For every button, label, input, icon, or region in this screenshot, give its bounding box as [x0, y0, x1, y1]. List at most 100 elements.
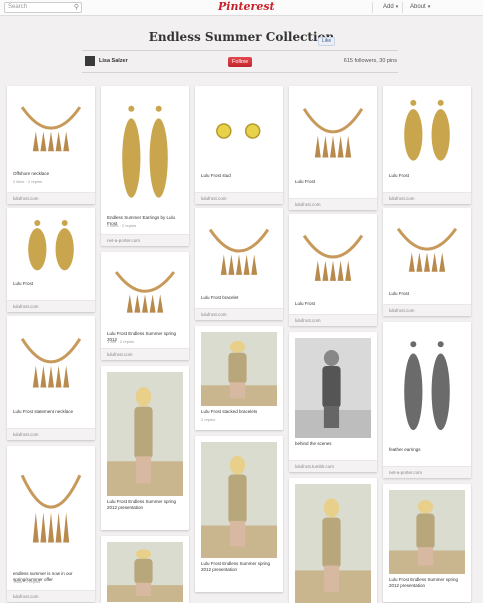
pin-image[interactable] — [295, 92, 371, 176]
pin-image[interactable] — [295, 338, 371, 438]
pin-image[interactable] — [13, 322, 89, 406]
pin-image-frame[interactable] — [201, 214, 277, 297]
pin-image-frame[interactable] — [13, 452, 89, 573]
pin-image[interactable] — [107, 542, 183, 602]
pin-source-link[interactable]: lulufrost.com — [289, 198, 377, 210]
pin-description: Lulu Frost — [389, 291, 410, 296]
pin-source-link[interactable]: lulufrost.com — [7, 428, 95, 440]
pin-card[interactable]: Lulu Frost Endless Summer spring 2012 pr… — [195, 436, 283, 592]
pin-card[interactable]: feather earrings net-a-porter.com — [383, 322, 471, 478]
pin-image-frame[interactable] — [13, 214, 89, 283]
pin-image-frame[interactable] — [107, 542, 183, 603]
pin-image-frame[interactable] — [107, 372, 183, 501]
pin-source-link[interactable]: lulufrost.com — [7, 590, 95, 602]
pin-description: Lulu Frost stacked bracelets — [201, 409, 258, 414]
pin-source-link[interactable]: lulufrost.com — [101, 348, 189, 360]
pin-image-frame[interactable] — [13, 92, 89, 173]
pin-source-link[interactable]: lulufrost.com — [7, 300, 95, 312]
pin-card[interactable]: Endless Summer Earrings by Lulu Frost 2 l… — [101, 86, 189, 246]
pinterest-logo[interactable]: Pinterest — [218, 0, 275, 14]
pin-card[interactable]: Lulu Frost Endless Summer spring 2012 pr… — [383, 484, 471, 602]
chevron-down-icon: ▾ — [427, 4, 431, 10]
search-input[interactable]: Search ⚲ — [4, 2, 82, 13]
pin-card[interactable]: Lulu Frost stacked bracelets 2 repins — [195, 326, 283, 430]
pin-image-frame[interactable] — [295, 92, 371, 181]
pin-source-link[interactable]: lulufrost.com — [289, 314, 377, 326]
pin-source-link[interactable]: net-a-porter.com — [383, 466, 471, 478]
pin-image-frame[interactable] — [201, 442, 277, 563]
pin-image[interactable] — [389, 490, 465, 574]
pin-image-frame[interactable] — [389, 92, 465, 175]
pin-image[interactable] — [389, 328, 465, 444]
nav-add[interactable]: Add ▾ — [383, 3, 398, 12]
pin-stats: 1 like · 2 repins — [107, 339, 135, 344]
pin-description: Lulu Frost Endless Summer spring 2012 pr… — [389, 577, 459, 588]
pin-image[interactable] — [13, 92, 89, 168]
pin-image[interactable] — [295, 220, 371, 298]
pin-card[interactable]: Lulu Frost bracelet lulufrost.com — [195, 208, 283, 320]
pin-card[interactable] — [289, 478, 377, 603]
pin-description: Lulu Frost statement necklace — [13, 409, 74, 414]
board-title: Endless Summer Collection — [148, 30, 335, 44]
pin-image-frame[interactable] — [389, 490, 465, 579]
pin-image[interactable] — [201, 332, 277, 406]
chevron-down-icon: ▾ — [395, 4, 399, 10]
board-owner-name[interactable]: Lisa Salzer — [99, 58, 128, 64]
pin-image-frame[interactable] — [389, 328, 465, 449]
nav-about[interactable]: About ▾ — [410, 3, 430, 12]
nav-add-label: Add — [383, 4, 394, 10]
pin-image[interactable] — [201, 442, 277, 558]
pin-image[interactable] — [107, 258, 183, 328]
pin-image[interactable] — [107, 92, 183, 212]
pin-source-link[interactable]: lulufrost.com — [383, 192, 471, 204]
pin-source-link[interactable]: lulufrost.com — [195, 192, 283, 204]
pin-card[interactable]: Lulu Frost lulufrost.com — [383, 86, 471, 204]
pin-source-link[interactable]: lulufrost.com — [383, 304, 471, 316]
pin-image[interactable] — [201, 214, 277, 292]
nav-about-label: About — [410, 4, 426, 10]
pin-image[interactable] — [13, 452, 89, 568]
avatar[interactable] — [85, 56, 95, 66]
pin-description: behind the scenes — [295, 441, 332, 446]
pin-source-link[interactable]: net-a-porter.com — [101, 234, 189, 246]
pin-description: Lulu Frost bracelet — [201, 295, 239, 300]
pin-image-frame[interactable] — [295, 338, 371, 443]
pin-image[interactable] — [201, 92, 277, 170]
pin-card[interactable]: endless summer is now in our spring/summ… — [7, 446, 95, 602]
pin-card[interactable]: behind the scenes lulufrost.tumblr.com — [289, 332, 377, 472]
pin-stats: 2 repins — [201, 417, 216, 422]
pin-image[interactable] — [389, 92, 465, 170]
pin-stats: 1 like · 2 repins — [13, 579, 41, 584]
facebook-like-button[interactable]: Like — [318, 37, 336, 46]
pin-card[interactable]: Lulu Frost stud lulufrost.com — [195, 86, 283, 204]
board-stats: 615 followers, 30 pins — [343, 58, 397, 64]
top-bar: Search ⚲ Pinterest Add ▾ About ▾ — [0, 0, 483, 16]
pin-card[interactable]: Lulu Frost lulufrost.com — [383, 208, 471, 316]
pin-image-frame[interactable] — [295, 484, 371, 603]
pin-image-frame[interactable] — [107, 92, 183, 217]
pin-image-frame[interactable] — [201, 332, 277, 411]
pin-image-frame[interactable] — [13, 322, 89, 411]
pin-source-link[interactable]: lulufrost.tumblr.com — [289, 460, 377, 472]
pin-source-link[interactable]: lulufrost.com — [195, 308, 283, 320]
pin-card[interactable]: Offshore necklace 2 likes · 2 repins luluf… — [7, 86, 95, 204]
pin-card[interactable]: Lulu Frost Endless Summer spring 2012 1 l… — [101, 252, 189, 360]
search-icon[interactable]: ⚲ — [74, 4, 79, 12]
pin-image[interactable] — [13, 214, 89, 278]
pin-image[interactable] — [295, 484, 371, 603]
pin-image-frame[interactable] — [107, 258, 183, 333]
divider — [82, 50, 398, 51]
pin-image-frame[interactable] — [295, 220, 371, 303]
pin-card[interactable]: Lulu Frost lulufrost.com — [289, 86, 377, 210]
pin-card[interactable]: Lulu Frost Endless Summer spring 2012 pr… — [101, 536, 189, 603]
pin-card[interactable]: Lulu Frost lulufrost.com — [289, 214, 377, 326]
follow-button[interactable]: Follow — [228, 57, 252, 67]
pin-image-frame[interactable] — [201, 92, 277, 175]
pin-image[interactable] — [389, 214, 465, 288]
pin-image[interactable] — [107, 372, 183, 496]
pin-image-frame[interactable] — [389, 214, 465, 293]
pin-source-link[interactable]: lulufrost.com — [7, 192, 95, 204]
pin-card[interactable]: Lulu Frost Endless Summer spring 2012 pr… — [101, 366, 189, 530]
pin-card[interactable]: Lulu Frost lulufrost.com — [7, 208, 95, 312]
pin-card[interactable]: Lulu Frost statement necklace lulufrost.c… — [7, 316, 95, 440]
